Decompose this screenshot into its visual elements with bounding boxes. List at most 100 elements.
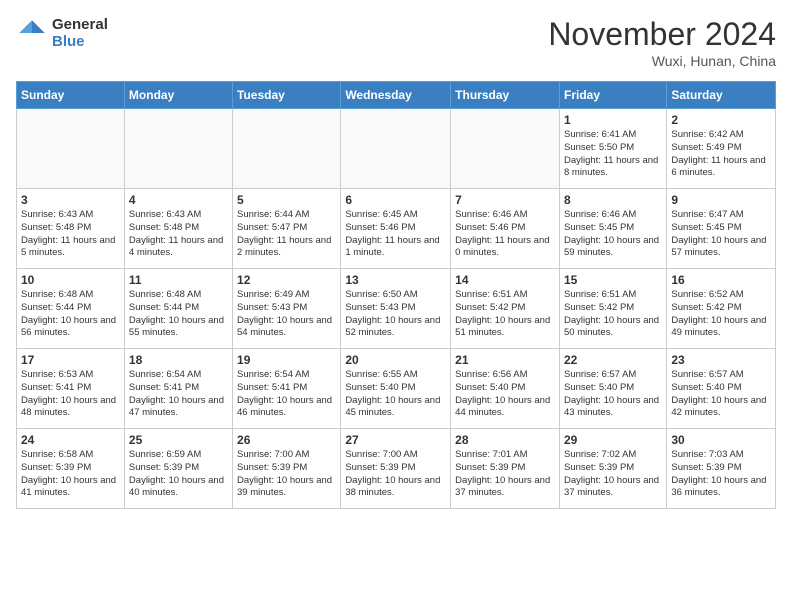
day-info: Sunrise: 6:43 AM Sunset: 5:48 PM Dayligh… [21, 209, 120, 260]
day-info: Sunrise: 6:50 AM Sunset: 5:43 PM Dayligh… [345, 289, 446, 340]
calendar-day-cell: 27Sunrise: 7:00 AM Sunset: 5:39 PM Dayli… [341, 429, 451, 509]
calendar-day-cell: 13 Sunrise: 6:50 AM Sunset: 5:43 PM Dayli… [341, 269, 451, 349]
day-info: Sunrise: 6:44 AM Sunset: 5:47 PM Dayligh… [237, 209, 336, 260]
day-info: Sunrise: 6:59 AM Sunset: 5:39 PM Dayligh… [129, 449, 228, 500]
day-number: 14 [455, 273, 555, 287]
weekday-header: Sunday [17, 82, 125, 109]
day-number: 25 [129, 433, 228, 447]
day-info: Sunrise: 6:49 AM Sunset: 5:43 PM Dayligh… [237, 289, 336, 340]
calendar-day-cell: 12 Sunrise: 6:49 AM Sunset: 5:43 PM Dayli… [233, 269, 341, 349]
day-number: 8 [564, 193, 662, 207]
day-info: Sunrise: 6:58 AM Sunset: 5:39 PM Dayligh… [21, 449, 120, 500]
calendar-day-cell: 22Sunrise: 6:57 AM Sunset: 5:40 PM Dayli… [559, 349, 666, 429]
calendar-day-cell: 15Sunrise: 6:51 AM Sunset: 5:42 PM Dayli… [559, 269, 666, 349]
day-number: 23 [671, 353, 771, 367]
day-number: 26 [237, 433, 336, 447]
day-number: 19 [237, 353, 336, 367]
calendar-table: SundayMondayTuesdayWednesdayThursdayFrid… [16, 81, 776, 509]
logo-line1: General [52, 16, 108, 33]
calendar-day-cell: 1 Sunrise: 6:41 AM Sunset: 5:50 PM Daylig… [559, 109, 666, 189]
day-number: 1 [564, 113, 662, 127]
calendar-day-cell: 21 Sunrise: 6:56 AM Sunset: 5:40 PM Dayli… [451, 349, 560, 429]
calendar-day-cell: 11 Sunrise: 6:48 AM Sunset: 5:44 PM Dayli… [124, 269, 232, 349]
day-info: Sunrise: 6:47 AM Sunset: 5:45 PM Dayligh… [671, 209, 771, 260]
page-header: General Blue November 2024 Wuxi, Hunan, … [16, 16, 776, 69]
day-number: 12 [237, 273, 336, 287]
calendar-day-cell: 20Sunrise: 6:55 AM Sunset: 5:40 PM Dayli… [341, 349, 451, 429]
calendar-week-row: 3Sunrise: 6:43 AM Sunset: 5:48 PM Daylig… [17, 189, 776, 269]
calendar-day-cell: 2Sunrise: 6:42 AM Sunset: 5:49 PM Daylig… [667, 109, 776, 189]
day-info: Sunrise: 6:52 AM Sunset: 5:42 PM Dayligh… [671, 289, 771, 340]
calendar-header-row: SundayMondayTuesdayWednesdayThursdayFrid… [17, 82, 776, 109]
day-info: Sunrise: 6:46 AM Sunset: 5:45 PM Dayligh… [564, 209, 662, 260]
calendar-day-cell: 5 Sunrise: 6:44 AM Sunset: 5:47 PM Daylig… [233, 189, 341, 269]
day-info: Sunrise: 6:41 AM Sunset: 5:50 PM Dayligh… [564, 129, 662, 180]
day-number: 28 [455, 433, 555, 447]
day-info: Sunrise: 6:54 AM Sunset: 5:41 PM Dayligh… [237, 369, 336, 420]
calendar-day-cell: 16 Sunrise: 6:52 AM Sunset: 5:42 PM Dayli… [667, 269, 776, 349]
day-info: Sunrise: 7:03 AM Sunset: 5:39 PM Dayligh… [671, 449, 771, 500]
day-info: Sunrise: 7:00 AM Sunset: 5:39 PM Dayligh… [237, 449, 336, 500]
day-info: Sunrise: 7:02 AM Sunset: 5:39 PM Dayligh… [564, 449, 662, 500]
weekday-header: Thursday [451, 82, 560, 109]
month-title: November 2024 [548, 16, 776, 53]
calendar-day-cell [17, 109, 125, 189]
weekday-header: Friday [559, 82, 666, 109]
day-number: 18 [129, 353, 228, 367]
day-number: 5 [237, 193, 336, 207]
calendar-day-cell: 4Sunrise: 6:43 AM Sunset: 5:48 PM Daylig… [124, 189, 232, 269]
calendar-day-cell: 14 Sunrise: 6:51 AM Sunset: 5:42 PM Dayli… [451, 269, 560, 349]
day-number: 13 [345, 273, 446, 287]
day-number: 6 [345, 193, 446, 207]
calendar-day-cell [451, 109, 560, 189]
day-info: Sunrise: 6:54 AM Sunset: 5:41 PM Dayligh… [129, 369, 228, 420]
day-info: Sunrise: 6:46 AM Sunset: 5:46 PM Dayligh… [455, 209, 555, 260]
day-info: Sunrise: 6:57 AM Sunset: 5:40 PM Dayligh… [671, 369, 771, 420]
day-number: 11 [129, 273, 228, 287]
day-info: Sunrise: 6:51 AM Sunset: 5:42 PM Dayligh… [564, 289, 662, 340]
calendar-week-row: 10 Sunrise: 6:48 AM Sunset: 5:44 PM Dayli… [17, 269, 776, 349]
weekday-header: Wednesday [341, 82, 451, 109]
day-info: Sunrise: 6:56 AM Sunset: 5:40 PM Dayligh… [455, 369, 555, 420]
day-info: Sunrise: 6:48 AM Sunset: 5:44 PM Dayligh… [21, 289, 120, 340]
logo: General Blue [16, 16, 108, 50]
day-info: Sunrise: 6:51 AM Sunset: 5:42 PM Dayligh… [455, 289, 555, 340]
day-number: 30 [671, 433, 771, 447]
logo-text: General Blue [52, 16, 108, 50]
weekday-header: Tuesday [233, 82, 341, 109]
calendar-day-cell: 7 Sunrise: 6:46 AM Sunset: 5:46 PM Daylig… [451, 189, 560, 269]
calendar-day-cell: 19 Sunrise: 6:54 AM Sunset: 5:41 PM Dayli… [233, 349, 341, 429]
logo-line2: Blue [52, 33, 108, 50]
calendar-day-cell: 10 Sunrise: 6:48 AM Sunset: 5:44 PM Dayli… [17, 269, 125, 349]
day-number: 17 [21, 353, 120, 367]
day-number: 9 [671, 193, 771, 207]
calendar-day-cell: 29 Sunrise: 7:02 AM Sunset: 5:39 PM Dayli… [559, 429, 666, 509]
calendar-day-cell: 9 Sunrise: 6:47 AM Sunset: 5:45 PM Daylig… [667, 189, 776, 269]
calendar-day-cell: 6 Sunrise: 6:45 AM Sunset: 5:46 PM Daylig… [341, 189, 451, 269]
calendar-day-cell: 17Sunrise: 6:53 AM Sunset: 5:41 PM Dayli… [17, 349, 125, 429]
day-info: Sunrise: 6:55 AM Sunset: 5:40 PM Dayligh… [345, 369, 446, 420]
calendar-day-cell [124, 109, 232, 189]
calendar-week-row: 17Sunrise: 6:53 AM Sunset: 5:41 PM Dayli… [17, 349, 776, 429]
calendar-day-cell: 24Sunrise: 6:58 AM Sunset: 5:39 PM Dayli… [17, 429, 125, 509]
calendar-day-cell: 28 Sunrise: 7:01 AM Sunset: 5:39 PM Dayli… [451, 429, 560, 509]
calendar-week-row: 1 Sunrise: 6:41 AM Sunset: 5:50 PM Daylig… [17, 109, 776, 189]
calendar-day-cell: 3Sunrise: 6:43 AM Sunset: 5:48 PM Daylig… [17, 189, 125, 269]
day-number: 29 [564, 433, 662, 447]
calendar-day-cell: 8 Sunrise: 6:46 AM Sunset: 5:45 PM Daylig… [559, 189, 666, 269]
day-info: Sunrise: 7:01 AM Sunset: 5:39 PM Dayligh… [455, 449, 555, 500]
day-number: 7 [455, 193, 555, 207]
day-info: Sunrise: 7:00 AM Sunset: 5:39 PM Dayligh… [345, 449, 446, 500]
day-number: 16 [671, 273, 771, 287]
day-number: 10 [21, 273, 120, 287]
day-info: Sunrise: 6:45 AM Sunset: 5:46 PM Dayligh… [345, 209, 446, 260]
calendar-day-cell: 23 Sunrise: 6:57 AM Sunset: 5:40 PM Dayli… [667, 349, 776, 429]
weekday-header: Saturday [667, 82, 776, 109]
location: Wuxi, Hunan, China [548, 53, 776, 69]
day-info: Sunrise: 6:43 AM Sunset: 5:48 PM Dayligh… [129, 209, 228, 260]
day-info: Sunrise: 6:48 AM Sunset: 5:44 PM Dayligh… [129, 289, 228, 340]
day-number: 2 [671, 113, 771, 127]
weekday-header: Monday [124, 82, 232, 109]
day-number: 21 [455, 353, 555, 367]
calendar-week-row: 24Sunrise: 6:58 AM Sunset: 5:39 PM Dayli… [17, 429, 776, 509]
